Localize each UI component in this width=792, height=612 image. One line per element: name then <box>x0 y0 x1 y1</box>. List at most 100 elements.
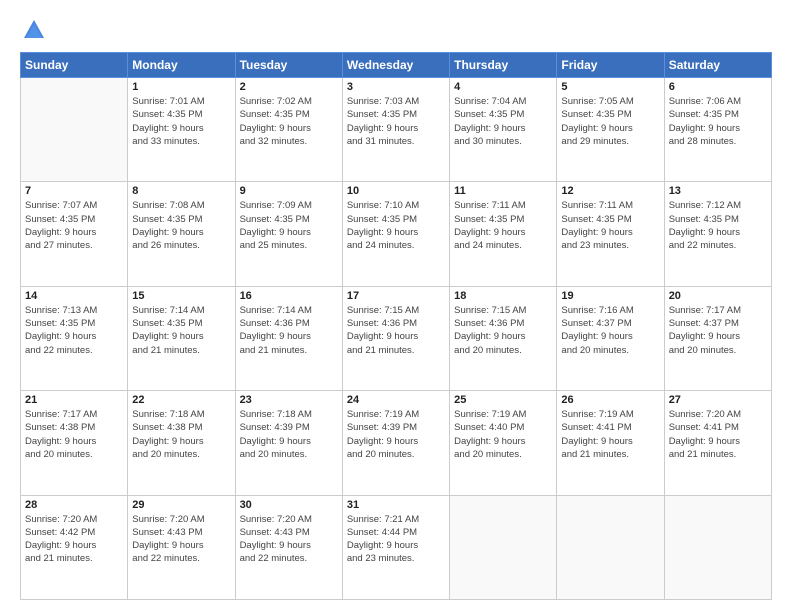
day-number: 21 <box>25 394 123 406</box>
day-number: 6 <box>669 81 767 93</box>
day-number: 30 <box>240 499 338 511</box>
calendar-week-5: 28 Sunrise: 7:20 AM Sunset: 4:42 PM Dayli… <box>21 495 772 599</box>
day-info: Sunrise: 7:15 AM Sunset: 4:36 PM Dayligh… <box>347 304 445 357</box>
calendar-header-tuesday: Tuesday <box>235 53 342 78</box>
day-info: Sunrise: 7:11 AM Sunset: 4:35 PM Dayligh… <box>561 199 659 252</box>
day-info: Sunrise: 7:10 AM Sunset: 4:35 PM Dayligh… <box>347 199 445 252</box>
day-number: 3 <box>347 81 445 93</box>
calendar-cell: 11 Sunrise: 7:11 AM Sunset: 4:35 PM Dayli… <box>450 182 557 286</box>
calendar-cell: 25 Sunrise: 7:19 AM Sunset: 4:40 PM Dayli… <box>450 391 557 495</box>
calendar-cell: 6Sunrise: 7:06 AM Sunset: 4:35 PM Daylig… <box>664 78 771 182</box>
calendar-cell: 27 Sunrise: 7:20 AM Sunset: 4:41 PM Dayli… <box>664 391 771 495</box>
calendar-cell: 1 Sunrise: 7:01 AM Sunset: 4:35 PM Daylig… <box>128 78 235 182</box>
calendar-cell: 16 Sunrise: 7:14 AM Sunset: 4:36 PM Dayli… <box>235 286 342 390</box>
day-info: Sunrise: 7:09 AM Sunset: 4:35 PM Dayligh… <box>240 199 338 252</box>
day-number: 15 <box>132 290 230 302</box>
day-info: Sunrise: 7:17 AM Sunset: 4:37 PM Dayligh… <box>669 304 767 357</box>
calendar-cell: 15Sunrise: 7:14 AM Sunset: 4:35 PM Dayli… <box>128 286 235 390</box>
calendar-header-sunday: Sunday <box>21 53 128 78</box>
day-info: Sunrise: 7:14 AM Sunset: 4:36 PM Dayligh… <box>240 304 338 357</box>
calendar-header-monday: Monday <box>128 53 235 78</box>
day-number: 17 <box>347 290 445 302</box>
calendar-week-4: 21 Sunrise: 7:17 AM Sunset: 4:38 PM Dayli… <box>21 391 772 495</box>
day-number: 12 <box>561 185 659 197</box>
page: SundayMondayTuesdayWednesdayThursdayFrid… <box>0 0 792 612</box>
calendar-header-row: SundayMondayTuesdayWednesdayThursdayFrid… <box>21 53 772 78</box>
logo-icon <box>20 16 48 44</box>
day-info: Sunrise: 7:02 AM Sunset: 4:35 PM Dayligh… <box>240 95 338 148</box>
calendar-cell: 19 Sunrise: 7:16 AM Sunset: 4:37 PM Dayli… <box>557 286 664 390</box>
day-number: 8 <box>132 185 230 197</box>
calendar-cell: 23 Sunrise: 7:18 AM Sunset: 4:39 PM Dayli… <box>235 391 342 495</box>
day-number: 13 <box>669 185 767 197</box>
day-info: Sunrise: 7:01 AM Sunset: 4:35 PM Dayligh… <box>132 95 230 148</box>
day-info: Sunrise: 7:03 AM Sunset: 4:35 PM Dayligh… <box>347 95 445 148</box>
day-number: 19 <box>561 290 659 302</box>
calendar-header-saturday: Saturday <box>664 53 771 78</box>
day-number: 1 <box>132 81 230 93</box>
calendar-cell: 12 Sunrise: 7:11 AM Sunset: 4:35 PM Dayli… <box>557 182 664 286</box>
calendar-week-1: 1 Sunrise: 7:01 AM Sunset: 4:35 PM Daylig… <box>21 78 772 182</box>
calendar-cell: 14Sunrise: 7:13 AM Sunset: 4:35 PM Dayli… <box>21 286 128 390</box>
day-info: Sunrise: 7:20 AM Sunset: 4:42 PM Dayligh… <box>25 513 123 566</box>
calendar-cell <box>450 495 557 599</box>
calendar-cell: 7Sunrise: 7:07 AM Sunset: 4:35 PM Daylig… <box>21 182 128 286</box>
day-number: 29 <box>132 499 230 511</box>
day-info: Sunrise: 7:05 AM Sunset: 4:35 PM Dayligh… <box>561 95 659 148</box>
day-info: Sunrise: 7:15 AM Sunset: 4:36 PM Dayligh… <box>454 304 552 357</box>
calendar-cell: 18 Sunrise: 7:15 AM Sunset: 4:36 PM Dayli… <box>450 286 557 390</box>
calendar-cell <box>21 78 128 182</box>
calendar-week-3: 14Sunrise: 7:13 AM Sunset: 4:35 PM Dayli… <box>21 286 772 390</box>
day-info: Sunrise: 7:19 AM Sunset: 4:40 PM Dayligh… <box>454 408 552 461</box>
day-info: Sunrise: 7:13 AM Sunset: 4:35 PM Dayligh… <box>25 304 123 357</box>
calendar-cell: 2Sunrise: 7:02 AM Sunset: 4:35 PM Daylig… <box>235 78 342 182</box>
day-info: Sunrise: 7:20 AM Sunset: 4:41 PM Dayligh… <box>669 408 767 461</box>
calendar-cell: 4 Sunrise: 7:04 AM Sunset: 4:35 PM Daylig… <box>450 78 557 182</box>
day-number: 10 <box>347 185 445 197</box>
calendar-cell <box>664 495 771 599</box>
calendar-header-wednesday: Wednesday <box>342 53 449 78</box>
calendar-cell: 3 Sunrise: 7:03 AM Sunset: 4:35 PM Daylig… <box>342 78 449 182</box>
logo <box>20 16 52 44</box>
day-info: Sunrise: 7:18 AM Sunset: 4:39 PM Dayligh… <box>240 408 338 461</box>
calendar-header-friday: Friday <box>557 53 664 78</box>
calendar-week-2: 7Sunrise: 7:07 AM Sunset: 4:35 PM Daylig… <box>21 182 772 286</box>
day-number: 25 <box>454 394 552 406</box>
day-number: 11 <box>454 185 552 197</box>
calendar-cell: 28 Sunrise: 7:20 AM Sunset: 4:42 PM Dayli… <box>21 495 128 599</box>
day-number: 18 <box>454 290 552 302</box>
day-number: 7 <box>25 185 123 197</box>
calendar-cell: 31 Sunrise: 7:21 AM Sunset: 4:44 PM Dayli… <box>342 495 449 599</box>
day-number: 4 <box>454 81 552 93</box>
calendar-cell: 20 Sunrise: 7:17 AM Sunset: 4:37 PM Dayli… <box>664 286 771 390</box>
calendar-cell: 29 Sunrise: 7:20 AM Sunset: 4:43 PM Dayli… <box>128 495 235 599</box>
day-info: Sunrise: 7:18 AM Sunset: 4:38 PM Dayligh… <box>132 408 230 461</box>
day-number: 31 <box>347 499 445 511</box>
day-info: Sunrise: 7:20 AM Sunset: 4:43 PM Dayligh… <box>132 513 230 566</box>
day-number: 22 <box>132 394 230 406</box>
calendar-header-thursday: Thursday <box>450 53 557 78</box>
day-info: Sunrise: 7:04 AM Sunset: 4:35 PM Dayligh… <box>454 95 552 148</box>
day-number: 9 <box>240 185 338 197</box>
calendar-cell: 17 Sunrise: 7:15 AM Sunset: 4:36 PM Dayli… <box>342 286 449 390</box>
day-number: 28 <box>25 499 123 511</box>
day-info: Sunrise: 7:17 AM Sunset: 4:38 PM Dayligh… <box>25 408 123 461</box>
day-info: Sunrise: 7:11 AM Sunset: 4:35 PM Dayligh… <box>454 199 552 252</box>
day-info: Sunrise: 7:12 AM Sunset: 4:35 PM Dayligh… <box>669 199 767 252</box>
day-number: 23 <box>240 394 338 406</box>
calendar-cell: 9 Sunrise: 7:09 AM Sunset: 4:35 PM Daylig… <box>235 182 342 286</box>
day-info: Sunrise: 7:21 AM Sunset: 4:44 PM Dayligh… <box>347 513 445 566</box>
day-info: Sunrise: 7:16 AM Sunset: 4:37 PM Dayligh… <box>561 304 659 357</box>
day-number: 16 <box>240 290 338 302</box>
calendar-table: SundayMondayTuesdayWednesdayThursdayFrid… <box>20 52 772 600</box>
day-number: 27 <box>669 394 767 406</box>
calendar-cell: 21 Sunrise: 7:17 AM Sunset: 4:38 PM Dayli… <box>21 391 128 495</box>
calendar-cell: 8Sunrise: 7:08 AM Sunset: 4:35 PM Daylig… <box>128 182 235 286</box>
calendar-cell <box>557 495 664 599</box>
day-info: Sunrise: 7:19 AM Sunset: 4:39 PM Dayligh… <box>347 408 445 461</box>
calendar-cell: 30Sunrise: 7:20 AM Sunset: 4:43 PM Dayli… <box>235 495 342 599</box>
calendar-cell: 26Sunrise: 7:19 AM Sunset: 4:41 PM Dayli… <box>557 391 664 495</box>
day-number: 24 <box>347 394 445 406</box>
calendar-cell: 10 Sunrise: 7:10 AM Sunset: 4:35 PM Dayli… <box>342 182 449 286</box>
day-number: 20 <box>669 290 767 302</box>
